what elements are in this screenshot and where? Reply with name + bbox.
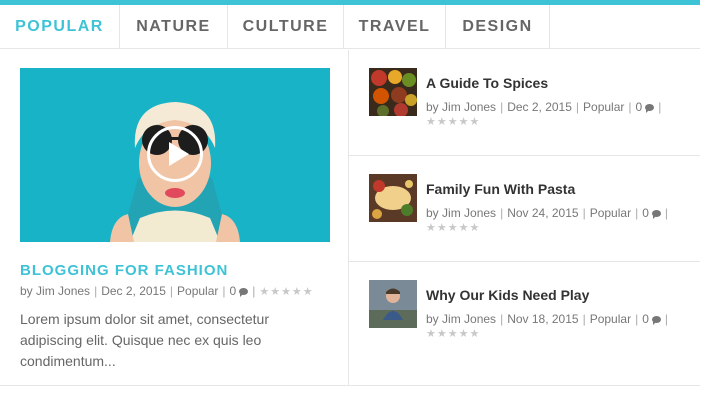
- meta-date: Dec 2, 2015: [507, 100, 572, 114]
- tab-design[interactable]: DESIGN: [446, 5, 550, 49]
- post-title[interactable]: A Guide To Spices: [426, 75, 548, 91]
- post-thumbnail-spices[interactable]: [369, 68, 417, 116]
- meta-comments-link[interactable]: 0: [636, 100, 655, 114]
- tab-travel[interactable]: TRAVEL: [344, 5, 446, 49]
- featured-post-meta: by Jim Jones | Dec 2, 2015 | Popular | 0 | ★★★★★: [20, 284, 314, 298]
- meta-author-link[interactable]: Jim Jones: [36, 284, 90, 298]
- post-thumbnail-kids[interactable]: [369, 280, 417, 328]
- post-title[interactable]: Family Fun With Pasta: [426, 181, 575, 197]
- comment-icon: [645, 104, 655, 113]
- featured-post-title[interactable]: BLOGGING FOR FASHION: [20, 262, 330, 279]
- star-rating: ★★★★★: [259, 286, 314, 298]
- meta-comments-link[interactable]: 0: [642, 206, 661, 220]
- post-meta: by Jim Jones | Nov 18, 2015 | Popular | 0 |: [426, 312, 669, 326]
- meta-author-link[interactable]: Jim Jones: [442, 206, 496, 220]
- tab-culture[interactable]: CULTURE: [228, 5, 344, 49]
- featured-video-thumbnail[interactable]: [20, 68, 330, 242]
- comment-icon: [651, 210, 661, 219]
- meta-date: Dec 2, 2015: [101, 284, 166, 298]
- meta-author-link[interactable]: Jim Jones: [442, 312, 496, 326]
- post-list: A Guide To Spices by Jim Jones | Dec 2, 20…: [349, 50, 700, 386]
- meta-comments-link[interactable]: 0: [230, 284, 249, 298]
- list-item: A Guide To Spices by Jim Jones | Dec 2, 20…: [349, 50, 700, 156]
- meta-comments-link[interactable]: 0: [642, 312, 661, 326]
- meta-date: Nov 24, 2015: [507, 206, 579, 220]
- post-thumbnail-pasta[interactable]: [369, 174, 417, 222]
- list-item: Family Fun With Pasta by Jim Jones | Nov 2…: [349, 156, 700, 262]
- tab-popular[interactable]: POPULAR: [0, 5, 120, 49]
- post-title[interactable]: Why Our Kids Need Play: [426, 287, 589, 303]
- tab-nature[interactable]: NATURE: [120, 5, 228, 49]
- meta-category-link[interactable]: Popular: [590, 312, 631, 326]
- post-meta: by Jim Jones | Dec 2, 2015 | Popular | 0 |: [426, 100, 662, 114]
- list-item: Why Our Kids Need Play by Jim Jones | Nov …: [349, 262, 700, 368]
- category-tabs: POPULAR NATURE CULTURE TRAVEL DESIGN: [0, 5, 700, 49]
- star-rating: ★★★★★: [426, 116, 481, 128]
- star-rating: ★★★★★: [426, 328, 481, 340]
- meta-by: by: [20, 284, 33, 298]
- play-icon[interactable]: [147, 126, 203, 182]
- meta-author-link[interactable]: Jim Jones: [442, 100, 496, 114]
- meta-date: Nov 18, 2015: [507, 312, 579, 326]
- featured-post-excerpt: Lorem ipsum dolor sit amet, consectetur …: [20, 311, 269, 369]
- featured-post: BLOGGING FOR FASHION by Jim Jones | Dec 2,…: [20, 68, 330, 372]
- star-rating: ★★★★★: [426, 222, 481, 234]
- post-meta: by Jim Jones | Nov 24, 2015 | Popular | 0 |: [426, 206, 669, 220]
- meta-category-link[interactable]: Popular: [590, 206, 631, 220]
- tab-panel: BLOGGING FOR FASHION by Jim Jones | Dec 2,…: [0, 50, 700, 386]
- meta-category-link[interactable]: Popular: [583, 100, 624, 114]
- comment-icon: [651, 316, 661, 325]
- comment-icon: [239, 288, 249, 297]
- meta-category-link[interactable]: Popular: [177, 284, 218, 298]
